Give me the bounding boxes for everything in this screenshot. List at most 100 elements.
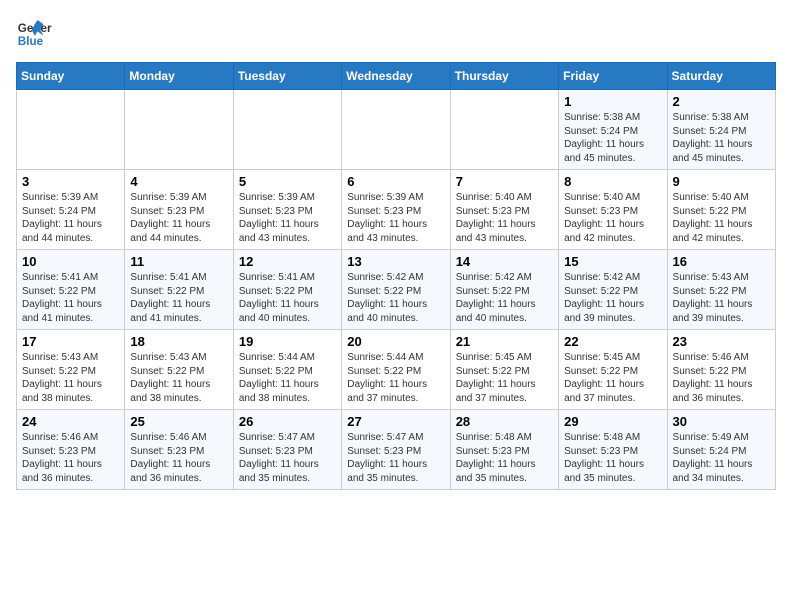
header-row: SundayMondayTuesdayWednesdayThursdayFrid…	[17, 63, 776, 90]
day-info: Sunrise: 5:46 AM Sunset: 5:22 PM Dayligh…	[673, 351, 770, 405]
day-cell	[450, 90, 558, 170]
header-sunday: Sunday	[17, 63, 125, 90]
day-info: Sunrise: 5:40 AM Sunset: 5:23 PM Dayligh…	[564, 191, 661, 245]
day-cell	[125, 90, 233, 170]
day-number: 11	[130, 254, 227, 269]
day-info: Sunrise: 5:49 AM Sunset: 5:24 PM Dayligh…	[673, 431, 770, 485]
day-number: 25	[130, 414, 227, 429]
day-info: Sunrise: 5:45 AM Sunset: 5:22 PM Dayligh…	[564, 351, 661, 405]
day-cell: 5 Sunrise: 5:39 AM Sunset: 5:23 PM Daylig…	[233, 170, 341, 250]
day-info: Sunrise: 5:46 AM Sunset: 5:23 PM Dayligh…	[22, 431, 119, 485]
day-cell: 28Sunrise: 5:48 AM Sunset: 5:23 PM Dayli…	[450, 410, 558, 490]
day-number: 7	[456, 174, 553, 189]
day-cell: 7 Sunrise: 5:40 AM Sunset: 5:23 PM Daylig…	[450, 170, 558, 250]
day-number: 19	[239, 334, 336, 349]
day-cell: 14Sunrise: 5:42 AM Sunset: 5:22 PM Dayli…	[450, 250, 558, 330]
day-info: Sunrise: 5:39 AM Sunset: 5:24 PM Dayligh…	[22, 191, 119, 245]
day-number: 23	[673, 334, 770, 349]
day-info: Sunrise: 5:42 AM Sunset: 5:22 PM Dayligh…	[347, 271, 444, 325]
day-info: Sunrise: 5:39 AM Sunset: 5:23 PM Dayligh…	[347, 191, 444, 245]
day-cell: 4Sunrise: 5:39 AM Sunset: 5:23 PM Daylig…	[125, 170, 233, 250]
day-info: Sunrise: 5:44 AM Sunset: 5:22 PM Dayligh…	[347, 351, 444, 405]
day-number: 2	[673, 94, 770, 109]
day-cell: 24 Sunrise: 5:46 AM Sunset: 5:23 PM Dayli…	[17, 410, 125, 490]
header-thursday: Thursday	[450, 63, 558, 90]
day-number: 14	[456, 254, 553, 269]
day-number: 22	[564, 334, 661, 349]
day-info: Sunrise: 5:44 AM Sunset: 5:22 PM Dayligh…	[239, 351, 336, 405]
week-row-5: 24 Sunrise: 5:46 AM Sunset: 5:23 PM Dayli…	[17, 410, 776, 490]
day-cell: 1 Sunrise: 5:38 AM Sunset: 5:24 PM Daylig…	[559, 90, 667, 170]
day-info: Sunrise: 5:47 AM Sunset: 5:23 PM Dayligh…	[347, 431, 444, 485]
day-info: Sunrise: 5:47 AM Sunset: 5:23 PM Dayligh…	[239, 431, 336, 485]
header-friday: Friday	[559, 63, 667, 90]
day-cell: 21Sunrise: 5:45 AM Sunset: 5:22 PM Dayli…	[450, 330, 558, 410]
day-info: Sunrise: 5:38 AM Sunset: 5:24 PM Dayligh…	[564, 111, 661, 165]
header: General Blue	[16, 16, 776, 52]
week-row-2: 3 Sunrise: 5:39 AM Sunset: 5:24 PM Daylig…	[17, 170, 776, 250]
day-cell	[342, 90, 450, 170]
day-info: Sunrise: 5:46 AM Sunset: 5:23 PM Dayligh…	[130, 431, 227, 485]
day-number: 29	[564, 414, 661, 429]
day-info: Sunrise: 5:39 AM Sunset: 5:23 PM Dayligh…	[239, 191, 336, 245]
day-info: Sunrise: 5:40 AM Sunset: 5:22 PM Dayligh…	[673, 191, 770, 245]
day-cell: 10 Sunrise: 5:41 AM Sunset: 5:22 PM Dayli…	[17, 250, 125, 330]
day-info: Sunrise: 5:42 AM Sunset: 5:22 PM Dayligh…	[564, 271, 661, 325]
day-info: Sunrise: 5:48 AM Sunset: 5:23 PM Dayligh…	[564, 431, 661, 485]
day-info: Sunrise: 5:43 AM Sunset: 5:22 PM Dayligh…	[673, 271, 770, 325]
day-info: Sunrise: 5:41 AM Sunset: 5:22 PM Dayligh…	[22, 271, 119, 325]
day-cell: 12Sunrise: 5:41 AM Sunset: 5:22 PM Dayli…	[233, 250, 341, 330]
day-cell	[17, 90, 125, 170]
day-cell: 30 Sunrise: 5:49 AM Sunset: 5:24 PM Dayli…	[667, 410, 775, 490]
calendar-table: SundayMondayTuesdayWednesdayThursdayFrid…	[16, 62, 776, 490]
day-cell: 19 Sunrise: 5:44 AM Sunset: 5:22 PM Dayli…	[233, 330, 341, 410]
day-number: 10	[22, 254, 119, 269]
day-number: 5	[239, 174, 336, 189]
day-cell: 17 Sunrise: 5:43 AM Sunset: 5:22 PM Dayli…	[17, 330, 125, 410]
day-info: Sunrise: 5:48 AM Sunset: 5:23 PM Dayligh…	[456, 431, 553, 485]
day-cell: 13 Sunrise: 5:42 AM Sunset: 5:22 PM Dayli…	[342, 250, 450, 330]
day-number: 9	[673, 174, 770, 189]
day-info: Sunrise: 5:38 AM Sunset: 5:24 PM Dayligh…	[673, 111, 770, 165]
header-saturday: Saturday	[667, 63, 775, 90]
day-number: 20	[347, 334, 444, 349]
day-cell	[233, 90, 341, 170]
day-number: 3	[22, 174, 119, 189]
day-number: 21	[456, 334, 553, 349]
day-cell: 27 Sunrise: 5:47 AM Sunset: 5:23 PM Dayli…	[342, 410, 450, 490]
day-number: 1	[564, 94, 661, 109]
day-number: 18	[130, 334, 227, 349]
day-cell: 2 Sunrise: 5:38 AM Sunset: 5:24 PM Daylig…	[667, 90, 775, 170]
day-cell: 22 Sunrise: 5:45 AM Sunset: 5:22 PM Dayli…	[559, 330, 667, 410]
day-cell: 16 Sunrise: 5:43 AM Sunset: 5:22 PM Dayli…	[667, 250, 775, 330]
day-info: Sunrise: 5:40 AM Sunset: 5:23 PM Dayligh…	[456, 191, 553, 245]
day-number: 17	[22, 334, 119, 349]
day-info: Sunrise: 5:41 AM Sunset: 5:22 PM Dayligh…	[130, 271, 227, 325]
day-number: 30	[673, 414, 770, 429]
day-cell: 18Sunrise: 5:43 AM Sunset: 5:22 PM Dayli…	[125, 330, 233, 410]
day-number: 27	[347, 414, 444, 429]
header-wednesday: Wednesday	[342, 63, 450, 90]
week-row-3: 10 Sunrise: 5:41 AM Sunset: 5:22 PM Dayli…	[17, 250, 776, 330]
day-cell: 11 Sunrise: 5:41 AM Sunset: 5:22 PM Dayli…	[125, 250, 233, 330]
day-number: 24	[22, 414, 119, 429]
logo-icon: General Blue	[16, 16, 52, 52]
day-cell: 29 Sunrise: 5:48 AM Sunset: 5:23 PM Dayli…	[559, 410, 667, 490]
svg-text:Blue: Blue	[18, 35, 44, 48]
day-cell: 25 Sunrise: 5:46 AM Sunset: 5:23 PM Dayli…	[125, 410, 233, 490]
week-row-4: 17 Sunrise: 5:43 AM Sunset: 5:22 PM Dayli…	[17, 330, 776, 410]
day-cell: 3 Sunrise: 5:39 AM Sunset: 5:24 PM Daylig…	[17, 170, 125, 250]
day-number: 26	[239, 414, 336, 429]
day-info: Sunrise: 5:43 AM Sunset: 5:22 PM Dayligh…	[22, 351, 119, 405]
day-cell: 6 Sunrise: 5:39 AM Sunset: 5:23 PM Daylig…	[342, 170, 450, 250]
day-cell: 20 Sunrise: 5:44 AM Sunset: 5:22 PM Dayli…	[342, 330, 450, 410]
day-number: 4	[130, 174, 227, 189]
day-number: 13	[347, 254, 444, 269]
day-number: 6	[347, 174, 444, 189]
day-number: 16	[673, 254, 770, 269]
logo: General Blue	[16, 16, 56, 52]
day-cell: 15Sunrise: 5:42 AM Sunset: 5:22 PM Dayli…	[559, 250, 667, 330]
header-monday: Monday	[125, 63, 233, 90]
day-cell: 9 Sunrise: 5:40 AM Sunset: 5:22 PM Daylig…	[667, 170, 775, 250]
day-cell: 8Sunrise: 5:40 AM Sunset: 5:23 PM Daylig…	[559, 170, 667, 250]
